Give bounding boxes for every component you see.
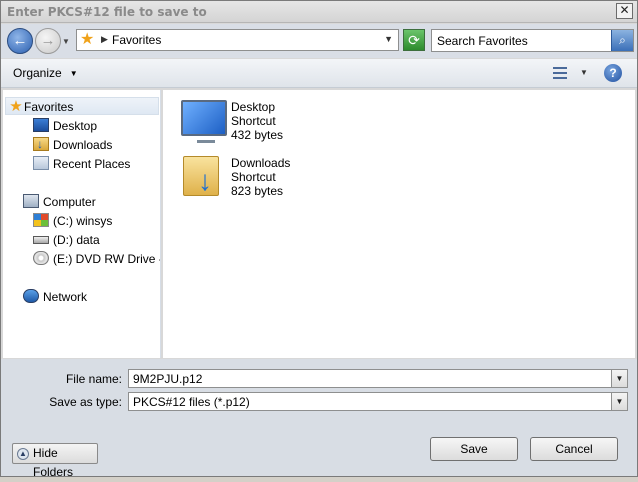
sidebar-item-label: Computer — [43, 195, 96, 209]
chevron-down-icon: ▼ — [69, 69, 78, 78]
sidebar-item-favorites[interactable]: ★ Favorites — [5, 97, 159, 115]
hide-folders-label: Hide Folders — [33, 446, 74, 479]
sidebar-item-label: Desktop — [53, 119, 98, 133]
sidebar-item-drive-c[interactable]: (C:) winsys — [33, 212, 112, 230]
favorites-icon: ★ — [9, 98, 23, 115]
address-bar[interactable]: ★ ▶ Favorites ▼ — [76, 29, 399, 51]
desktop-shortcut-icon — [181, 100, 227, 143]
recent-places-icon — [33, 156, 49, 170]
file-details: Desktop Shortcut 432 bytes — [231, 100, 283, 142]
cancel-button[interactable]: Cancel — [530, 437, 618, 461]
chevron-down-icon[interactable]: ▼ — [611, 370, 627, 387]
views-bar — [553, 67, 567, 69]
refresh-button[interactable]: ⟳ — [403, 29, 425, 51]
close-button[interactable]: ✕ — [616, 3, 633, 19]
search-icon[interactable]: ⌕ — [611, 30, 633, 51]
dialog-title: Enter PKCS#12 file to save to — [7, 5, 207, 19]
sidebar-item-network[interactable]: Network — [23, 288, 87, 306]
file-details: Downloads Shortcut 823 bytes — [231, 156, 290, 198]
organize-button[interactable]: Organize ▼ — [9, 64, 82, 82]
navigation-bar: ← → ▼ ★ ▶ Favorites ▼ ⟳ ⌕ — [1, 24, 637, 58]
computer-icon — [23, 194, 39, 208]
views-bar — [553, 72, 567, 74]
file-list: Desktop Shortcut 432 bytes Downloads Sho… — [163, 90, 635, 358]
save-button[interactable]: Save — [430, 437, 518, 461]
dvd-drive-icon — [33, 251, 49, 265]
file-name: Desktop — [231, 100, 276, 114]
sidebar-item-label: Recent Places — [53, 157, 131, 171]
drive-icon — [33, 236, 49, 244]
downloads-icon — [33, 135, 49, 153]
desktop-icon — [33, 118, 49, 132]
sidebar-item-label: Network — [43, 290, 88, 304]
views-icon[interactable] — [551, 64, 569, 82]
sidebar-item-label: Downloads — [53, 138, 113, 152]
sidebar-item-desktop[interactable]: Desktop — [33, 117, 97, 135]
save-dialog: Enter PKCS#12 file to save to ✕ ← → ▼ ★ … — [0, 0, 638, 479]
address-location[interactable]: Favorites — [112, 33, 161, 47]
navigation-pane: ★ Favorites Desktop Downloads Recent Pla… — [3, 90, 161, 358]
back-button[interactable]: ← — [7, 28, 33, 54]
forward-button[interactable]: → — [35, 28, 61, 54]
search-input[interactable] — [432, 30, 610, 51]
search-box[interactable]: ⌕ — [431, 29, 634, 52]
save-type-label: Save as type: — [49, 395, 122, 409]
history-dropdown-icon[interactable]: ▼ — [62, 37, 70, 46]
sidebar-item-label: (E:) DVD RW Drive - D — [53, 252, 160, 266]
organize-label: Organize — [13, 66, 62, 80]
toolbar: Organize ▼ ▼ ? — [1, 59, 637, 88]
breadcrumb-arrow-icon[interactable]: ▶ — [101, 34, 108, 45]
favorites-star-icon: ★ — [80, 31, 95, 48]
file-name-value[interactable]: 9M2PJU.p12 — [133, 372, 202, 386]
sidebar-item-recent-places[interactable]: Recent Places — [33, 155, 130, 173]
address-dropdown-icon[interactable]: ▼ — [384, 34, 393, 44]
sidebar-item-computer[interactable]: Computer — [23, 193, 96, 211]
sidebar-item-label: (D:) data — [53, 233, 100, 247]
title-bar: Enter PKCS#12 file to save to ✕ — [1, 1, 637, 23]
sidebar-item-downloads[interactable]: Downloads — [33, 135, 113, 154]
save-type-value[interactable]: PKCS#12 files (*.p12) — [133, 395, 250, 409]
file-size: 823 bytes — [231, 184, 284, 198]
views-bar — [553, 77, 567, 79]
sidebar-item-drive-d[interactable]: (D:) data — [33, 231, 100, 249]
file-size: 432 bytes — [231, 128, 284, 142]
hide-folders-button[interactable]: ▲ Hide Folders — [12, 443, 98, 479]
collapse-icon: ▲ — [17, 448, 29, 460]
views-dropdown-icon[interactable]: ▼ — [580, 68, 588, 77]
sidebar-item-label: Favorites — [24, 100, 74, 114]
file-type: Shortcut — [231, 114, 276, 128]
windows-drive-icon — [33, 213, 49, 227]
sidebar-item-drive-e[interactable]: (E:) DVD RW Drive - D — [33, 250, 160, 268]
downloads-shortcut-icon — [183, 156, 219, 196]
network-icon — [23, 289, 39, 303]
chevron-down-icon[interactable]: ▼ — [611, 393, 627, 410]
file-name-label: File name: — [65, 372, 122, 386]
sidebar-item-label: (C:) winsys — [53, 214, 113, 228]
help-icon[interactable]: ? — [604, 64, 622, 82]
file-type: Shortcut — [231, 170, 276, 184]
list-item[interactable]: Desktop Shortcut 432 bytes — [181, 100, 311, 146]
file-name-field[interactable]: 9M2PJU.p12 ▼ — [128, 369, 628, 388]
list-item[interactable]: Downloads Shortcut 823 bytes — [183, 156, 313, 202]
save-type-select[interactable]: PKCS#12 files (*.p12) ▼ — [128, 392, 628, 411]
file-name: Downloads — [231, 156, 291, 170]
